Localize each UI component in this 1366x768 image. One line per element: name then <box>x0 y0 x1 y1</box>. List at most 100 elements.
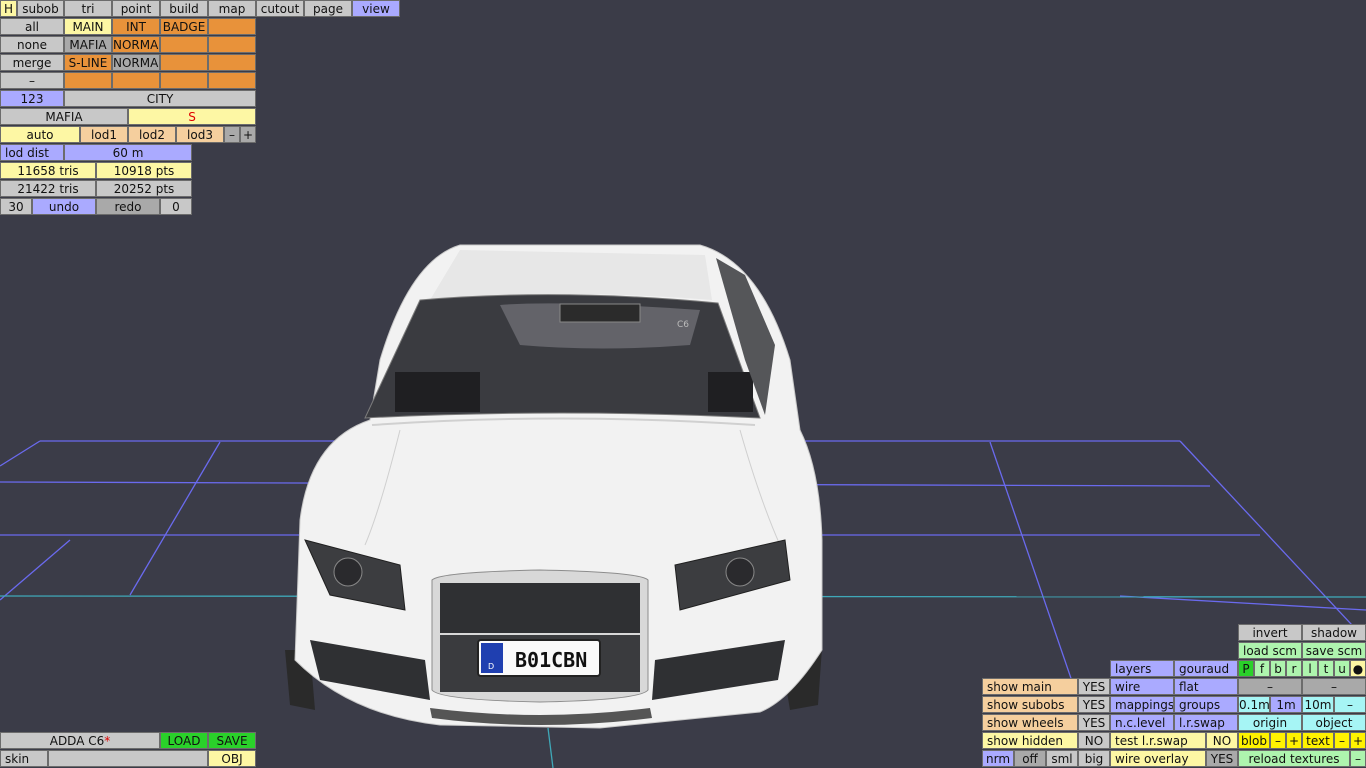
reload-textures-button[interactable]: reload textures <box>1238 750 1350 767</box>
menu-h[interactable]: H <box>0 0 17 17</box>
scale-minus-button[interactable]: – <box>1334 696 1366 713</box>
subob-empty-2[interactable] <box>160 36 208 53</box>
groups-button[interactable]: groups <box>1174 696 1238 713</box>
blob-plus-button[interactable]: + <box>1286 732 1302 749</box>
wire-overlay-value[interactable]: YES <box>1206 750 1238 767</box>
scale-1m-button[interactable]: 1m <box>1270 696 1302 713</box>
wire-overlay-toggle[interactable]: wire overlay <box>1110 750 1206 767</box>
menu-map[interactable]: map <box>208 0 256 17</box>
flat-button[interactable]: flat <box>1174 678 1238 695</box>
subob-s-line[interactable]: S-LINE <box>64 54 112 71</box>
subob-merge-button[interactable]: merge <box>0 54 64 71</box>
layers-button[interactable]: layers <box>1110 660 1174 677</box>
view-b-button[interactable]: b <box>1270 660 1286 677</box>
subob-empty-6[interactable] <box>64 72 112 89</box>
show-subobs-value[interactable]: YES <box>1078 696 1110 713</box>
text-button[interactable]: text <box>1302 732 1334 749</box>
right-dash-1[interactable]: – <box>1238 678 1302 695</box>
text-plus-button[interactable]: + <box>1350 732 1366 749</box>
lod-auto-button[interactable]: auto <box>0 126 80 143</box>
model-name-field[interactable]: ADDA C6* <box>0 732 160 749</box>
show-hidden-value[interactable]: NO <box>1078 732 1110 749</box>
view-t-button[interactable]: t <box>1318 660 1334 677</box>
size-sml-button[interactable]: sml <box>1046 750 1078 767</box>
show-main-toggle[interactable]: show main <box>982 678 1078 695</box>
test-lr-swap-value[interactable]: NO <box>1206 732 1238 749</box>
show-main-value[interactable]: YES <box>1078 678 1110 695</box>
lr-swap-button[interactable]: l.r.swap <box>1174 714 1238 731</box>
nc-level-button[interactable]: n.c.level <box>1110 714 1174 731</box>
text-minus-button[interactable]: – <box>1334 732 1350 749</box>
mafia-field[interactable]: MAFIA <box>0 108 128 125</box>
menu-cutout[interactable]: cutout <box>256 0 304 17</box>
subob-mafia[interactable]: MAFIA <box>64 36 112 53</box>
subob-none-button[interactable]: none <box>0 36 64 53</box>
lod-plus-button[interactable]: + <box>240 126 256 143</box>
subob-empty-4[interactable] <box>160 54 208 71</box>
city-field[interactable]: CITY <box>64 90 256 107</box>
subob-empty-3[interactable] <box>208 36 256 53</box>
gouraud-button[interactable]: gouraud <box>1174 660 1238 677</box>
subob-main[interactable]: MAIN <box>64 18 112 35</box>
save-scm-button[interactable]: save scm <box>1302 642 1366 659</box>
lod3-button[interactable]: lod3 <box>176 126 224 143</box>
s-field[interactable]: S <box>128 108 256 125</box>
lod-minus-button[interactable]: – <box>224 126 240 143</box>
view-p-button[interactable]: P <box>1238 660 1254 677</box>
view-l-button[interactable]: l <box>1302 660 1318 677</box>
menu-build[interactable]: build <box>160 0 208 17</box>
menu-page[interactable]: page <box>304 0 352 17</box>
subob-empty-9[interactable] <box>208 72 256 89</box>
subob-normal-1[interactable]: NORMAL <box>112 36 160 53</box>
mappings-button[interactable]: mappings <box>1110 696 1174 713</box>
subob-empty-5[interactable] <box>208 54 256 71</box>
lod1-button[interactable]: lod1 <box>80 126 128 143</box>
view-dot-button[interactable]: ● <box>1350 660 1366 677</box>
menu-tri[interactable]: tri <box>64 0 112 17</box>
skin-field[interactable] <box>48 750 208 767</box>
lod2-button[interactable]: lod2 <box>128 126 176 143</box>
number-field[interactable]: 123 <box>0 90 64 107</box>
reload-minus-button[interactable]: – <box>1350 750 1366 767</box>
blob-minus-button[interactable]: – <box>1270 732 1286 749</box>
view-f-button[interactable]: f <box>1254 660 1270 677</box>
view-r-button[interactable]: r <box>1286 660 1302 677</box>
origin-button[interactable]: origin <box>1238 714 1302 731</box>
subob-empty-8[interactable] <box>160 72 208 89</box>
subob-int[interactable]: INT <box>112 18 160 35</box>
size-off-button[interactable]: off <box>1014 750 1046 767</box>
scale-01m-button[interactable]: 0.1m <box>1238 696 1270 713</box>
menu-subob[interactable]: subob <box>17 0 64 17</box>
shadow-button[interactable]: shadow <box>1302 624 1366 641</box>
subob-all-button[interactable]: all <box>0 18 64 35</box>
show-subobs-toggle[interactable]: show subobs <box>982 696 1078 713</box>
wire-button[interactable]: wire <box>1110 678 1174 695</box>
menu-point[interactable]: point <box>112 0 160 17</box>
menu-view[interactable]: view <box>352 0 400 17</box>
obj-button[interactable]: OBJ <box>208 750 256 767</box>
load-button[interactable]: LOAD <box>160 732 208 749</box>
invert-button[interactable]: invert <box>1238 624 1302 641</box>
object-button[interactable]: object <box>1302 714 1366 731</box>
right-dash-2[interactable]: – <box>1302 678 1366 695</box>
subob-normal-2[interactable]: NORMAL <box>112 54 160 71</box>
show-wheels-value[interactable]: YES <box>1078 714 1110 731</box>
show-wheels-toggle[interactable]: show wheels <box>982 714 1078 731</box>
tris-count-1: 11658 tris <box>0 162 96 179</box>
subob-empty-1[interactable] <box>208 18 256 35</box>
subob-empty-7[interactable] <box>112 72 160 89</box>
subob-badge[interactable]: BADGE <box>160 18 208 35</box>
lod-dist-value[interactable]: 60 m <box>64 144 192 161</box>
subob-dash-button[interactable]: – <box>0 72 64 89</box>
test-lr-swap-toggle[interactable]: test l.r.swap <box>1110 732 1206 749</box>
scale-10m-button[interactable]: 10m <box>1302 696 1334 713</box>
blob-button[interactable]: blob <box>1238 732 1270 749</box>
load-scm-button[interactable]: load scm <box>1238 642 1302 659</box>
size-big-button[interactable]: big <box>1078 750 1110 767</box>
show-hidden-toggle[interactable]: show hidden <box>982 732 1078 749</box>
view-u-button[interactable]: u <box>1334 660 1350 677</box>
redo-button[interactable]: redo <box>96 198 160 215</box>
undo-button[interactable]: undo <box>32 198 96 215</box>
save-button[interactable]: SAVE <box>208 732 256 749</box>
size-nrm-button[interactable]: nrm <box>982 750 1014 767</box>
